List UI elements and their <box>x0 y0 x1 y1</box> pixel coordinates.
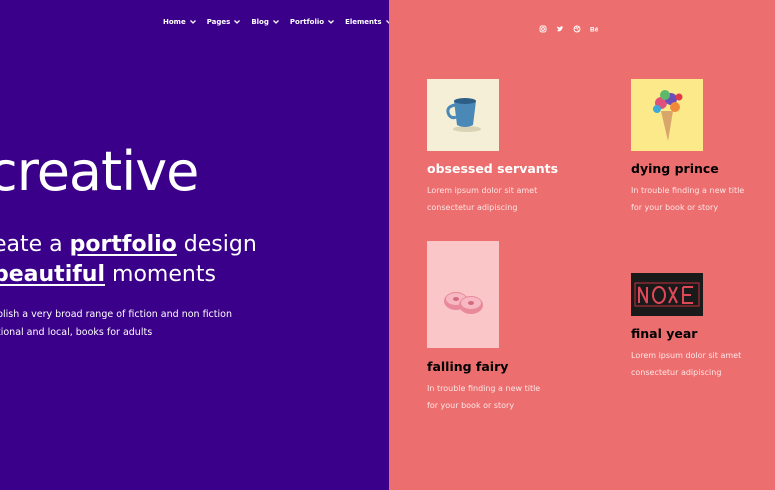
card-title-dying-prince[interactable]: dying prince <box>631 161 719 176</box>
dribbble-icon[interactable] <box>573 18 581 33</box>
card-desc-obsessed-servants: Lorem ipsum dolor sit amet consectetur a… <box>427 182 537 216</box>
nav-home[interactable]: Home <box>163 18 197 26</box>
tagline2-suffix: moments <box>112 262 216 287</box>
svg-text:Bē: Bē <box>590 27 598 34</box>
desc-line-1: blish a very broad range of fiction and … <box>0 309 232 320</box>
card-desc-line: for your book or story <box>427 401 515 410</box>
nav-portfolio[interactable]: Portfolio <box>290 18 335 26</box>
nav-home-label: Home <box>163 18 186 26</box>
portfolio-panel: Bē obsessed servants Lorem ipsum dolor s… <box>389 0 775 490</box>
twitter-icon[interactable] <box>556 18 564 32</box>
card-desc-falling-fairy: In trouble finding a new title for your … <box>427 380 540 414</box>
card-desc-line: consectetur adipiscing <box>631 368 722 377</box>
nav-elements[interactable]: Elements <box>345 18 389 26</box>
card-title-final-year[interactable]: final year <box>631 326 697 341</box>
card-desc-line: consectetur adipiscing <box>427 203 518 212</box>
nav-pages-label: Pages <box>206 18 231 26</box>
card-desc-line: for your book or story <box>631 203 719 212</box>
nav-blog-label: Blog <box>251 18 269 26</box>
social-links: Bē <box>539 18 599 34</box>
chevron-down-icon <box>272 20 279 24</box>
card-desc-line: In trouble finding a new title <box>631 186 745 195</box>
nav-pages[interactable]: Pages <box>207 18 242 26</box>
instagram-icon[interactable] <box>539 18 547 33</box>
thumb-falling-fairy[interactable] <box>427 241 499 348</box>
nav-elements-label: Elements <box>345 18 382 26</box>
chevron-down-icon <box>234 20 241 24</box>
behance-icon[interactable]: Bē <box>590 18 599 34</box>
nav-blog[interactable]: Blog <box>251 18 280 26</box>
main-nav: Home Pages Blog Portfolio Elements <box>163 18 389 26</box>
thumb-obsessed-servants[interactable] <box>427 79 499 151</box>
card-desc-dying-prince: In trouble finding a new title for your … <box>631 182 744 216</box>
chevron-down-icon <box>189 20 196 24</box>
beautiful-link[interactable]: beautiful <box>0 262 105 287</box>
card-title-obsessed-servants[interactable]: obsessed servants <box>427 161 558 176</box>
thumb-final-year[interactable] <box>631 273 703 316</box>
thumb-dying-prince[interactable] <box>631 79 703 151</box>
card-desc-line: Lorem ipsum dolor sit amet <box>631 351 742 360</box>
hero-tagline: eate a portfolio design beautiful moment… <box>0 230 257 290</box>
portfolio-link[interactable]: portfolio <box>70 232 177 257</box>
card-desc-line: In trouble finding a new title <box>427 384 541 393</box>
hero-panel: Home Pages Blog Portfolio Elements creat… <box>0 0 389 490</box>
tagline-suffix: design <box>183 232 257 257</box>
nav-portfolio-label: Portfolio <box>289 18 325 26</box>
chevron-down-icon <box>328 20 335 24</box>
tagline-prefix: eate a <box>0 232 63 257</box>
card-desc-line: Lorem ipsum dolor sit amet <box>427 186 538 195</box>
desc-line-2: tional and local, books for adults <box>0 327 153 338</box>
card-desc-final-year: Lorem ipsum dolor sit amet consectetur a… <box>631 347 741 381</box>
hero-title: creative <box>0 140 199 203</box>
hero-description: blish a very broad range of fiction and … <box>0 306 232 342</box>
card-title-falling-fairy[interactable]: falling fairy <box>427 359 508 374</box>
